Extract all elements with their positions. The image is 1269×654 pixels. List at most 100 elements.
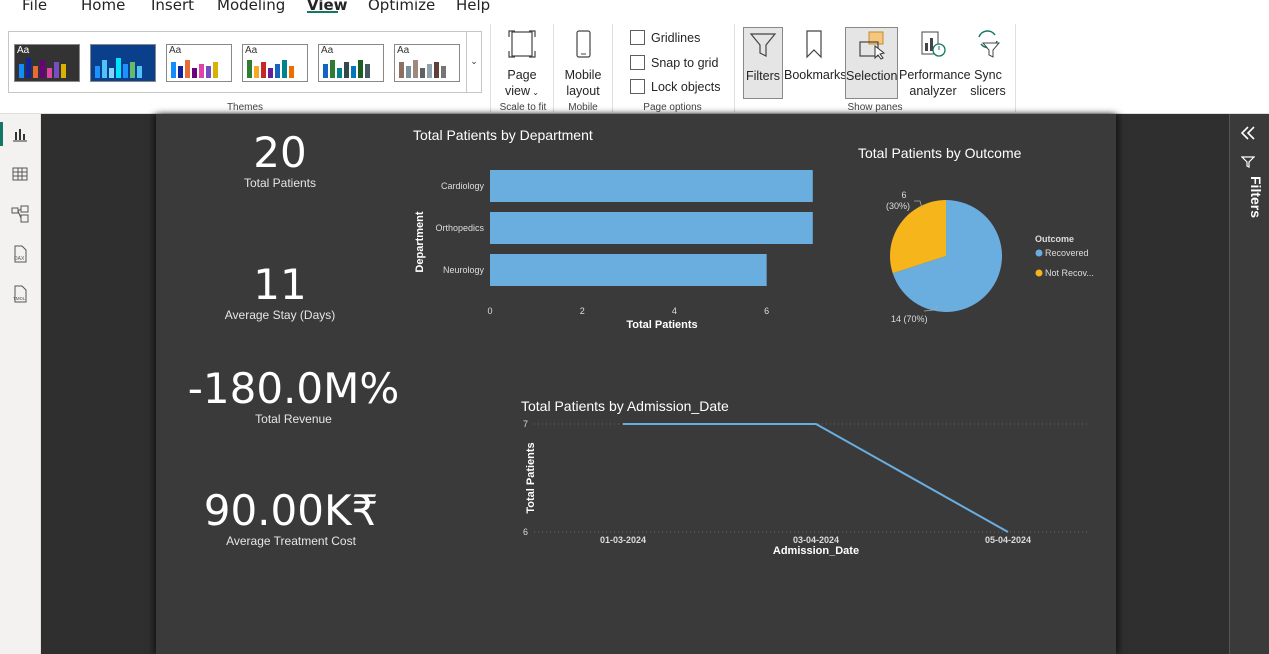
card-label: Total Revenue bbox=[255, 412, 332, 426]
bar-neurology bbox=[490, 254, 767, 286]
menu-help[interactable]: Help bbox=[456, 0, 490, 14]
card-average-stay[interactable]: 11 Average Stay (Days) bbox=[196, 260, 364, 323]
menu-home[interactable]: Home bbox=[81, 0, 125, 14]
report-page: 20 Total Patients 11 Average Stay (Days)… bbox=[156, 114, 1116, 654]
card-value: 20 bbox=[253, 128, 307, 177]
card-value: 11 bbox=[253, 260, 307, 309]
active-tab-indicator bbox=[307, 11, 338, 13]
selection-label: Selection bbox=[846, 69, 898, 83]
line-series bbox=[623, 423, 1009, 533]
mobile-layout-label-1: Mobile bbox=[564, 68, 602, 82]
checkbox-box[interactable] bbox=[630, 79, 645, 94]
theme-thumbnail-5[interactable]: Aa bbox=[318, 44, 384, 82]
menu-insert[interactable]: Insert bbox=[151, 0, 194, 14]
svg-text:DAX: DAX bbox=[14, 256, 25, 262]
menu-modeling[interactable]: Modeling bbox=[217, 0, 285, 14]
bookmarks-label: Bookmarks bbox=[784, 68, 847, 82]
theme-aa-label: Aa bbox=[17, 45, 30, 56]
pie-data-label: 14 (70%) bbox=[891, 314, 928, 324]
ribbon-separator bbox=[612, 24, 613, 112]
snap-to-grid-checkbox[interactable]: Snap to grid bbox=[630, 55, 718, 70]
pie-data-label: (30%) bbox=[886, 201, 910, 211]
y-axis-title: Total Patients bbox=[525, 442, 537, 513]
sync-slicers-button[interactable]: Sync slicers bbox=[968, 29, 1008, 99]
table-view-icon[interactable] bbox=[11, 165, 29, 183]
checkbox-box[interactable] bbox=[630, 55, 645, 70]
theme-thumbnail-2[interactable] bbox=[90, 44, 156, 82]
theme-thumbnail-3[interactable]: Aa bbox=[166, 44, 232, 82]
performance-label-1: Performance bbox=[899, 68, 971, 82]
theme-aa-label: Aa bbox=[397, 45, 410, 56]
filter-funnel-icon bbox=[1241, 156, 1255, 168]
bar-chart-svg: Cardiology Orthopedics Neurology 0 2 4 6 Total … bbox=[414, 170, 813, 331]
tmdl-view-icon[interactable]: TMDL bbox=[11, 285, 29, 303]
bar-chart-visual[interactable]: Total Patients by Department Cardiology O… bbox=[406, 124, 846, 339]
filter-funnel-icon bbox=[749, 33, 777, 57]
ribbon-separator bbox=[490, 24, 491, 112]
scale-group-label: Scale to fit bbox=[499, 102, 547, 113]
page-options-group-label: Page options bbox=[643, 102, 702, 113]
bookmarks-pane-button[interactable]: Bookmarks bbox=[784, 29, 847, 83]
pie-chart-svg: 14 (70%) 6(30%) Outcome Recovered Not Recov.… bbox=[886, 190, 1094, 324]
ribbon-separator bbox=[1015, 24, 1016, 112]
dax-query-view-icon[interactable]: DAX bbox=[11, 245, 29, 263]
page-view-button[interactable]: Page view ⌄ bbox=[500, 29, 544, 101]
sync-icon bbox=[978, 30, 1001, 58]
legend-item: Not Recov... bbox=[1045, 268, 1094, 278]
bar-orthopedics bbox=[490, 212, 813, 244]
x-tick-label: 03-04-2024 bbox=[793, 535, 839, 545]
card-total-revenue[interactable]: -180.0M% Total Revenue bbox=[176, 364, 411, 427]
bar-category-label: Cardiology bbox=[441, 181, 485, 191]
bar-cardiology bbox=[490, 170, 813, 202]
lock-objects-label: Lock objects bbox=[651, 79, 721, 94]
page-view-label-2: view bbox=[505, 84, 531, 98]
performance-label-2: analyzer bbox=[909, 84, 957, 98]
card-value: -180.0M% bbox=[187, 364, 400, 413]
sync-label-2: slicers bbox=[970, 84, 1006, 98]
report-view-icon[interactable] bbox=[11, 125, 29, 143]
expand-double-chevron-icon[interactable] bbox=[1240, 126, 1256, 140]
filters-pane-label: Filters bbox=[1248, 176, 1264, 219]
x-tick-label: 0 bbox=[487, 306, 492, 316]
card-label: Average Treatment Cost bbox=[226, 534, 356, 548]
theme-thumbnail-6[interactable]: Aa bbox=[394, 44, 460, 82]
card-label: Total Patients bbox=[243, 176, 317, 190]
page-view-icon bbox=[508, 30, 536, 58]
selection-pane-button[interactable]: Selection bbox=[845, 27, 898, 99]
chevron-down-icon: ⌄ bbox=[470, 56, 478, 66]
mobile-layout-button[interactable]: Mobile layout bbox=[561, 29, 605, 99]
x-axis-title: Total Patients bbox=[626, 319, 697, 331]
show-panes-group-label: Show panes bbox=[847, 102, 903, 113]
performance-analyzer-button[interactable]: Performance analyzer bbox=[899, 29, 971, 99]
lock-objects-checkbox[interactable]: Lock objects bbox=[630, 79, 720, 94]
checkbox-box[interactable] bbox=[630, 30, 645, 45]
line-chart-visual[interactable]: Total Patients by Admission_Date 7 6 01-03… bbox=[506, 390, 1106, 566]
ribbon: Aa Aa Aa Aa Aa ⌄ Themes Page view ⌄ Scal… bbox=[0, 14, 1269, 114]
y-tick-label: 7 bbox=[523, 419, 528, 429]
pie-chart-visual[interactable]: Total Patients by Outcome 14 (70%) 6 (30%)… bbox=[846, 138, 1116, 338]
card-average-treatment-cost[interactable]: 90.00K₹ Average Treatment Cost bbox=[186, 486, 396, 549]
theme-thumbnail-4[interactable]: Aa bbox=[242, 44, 308, 82]
ribbon-separator bbox=[734, 24, 735, 112]
legend-marker bbox=[1035, 249, 1043, 257]
menu-file[interactable]: File bbox=[22, 0, 47, 14]
view-switcher-rail: DAX TMDL bbox=[0, 114, 41, 654]
filters-label: Filters bbox=[745, 69, 781, 83]
filters-pane-button[interactable]: Filters bbox=[743, 27, 783, 99]
menu-optimize[interactable]: Optimize bbox=[368, 0, 435, 14]
snap-to-grid-label: Snap to grid bbox=[651, 55, 719, 70]
legend-marker bbox=[1035, 269, 1043, 277]
active-view-indicator bbox=[0, 122, 3, 146]
gridlines-checkbox[interactable]: Gridlines bbox=[630, 30, 700, 45]
theme-thumbnail-1[interactable]: Aa bbox=[14, 44, 80, 82]
gridlines-label: Gridlines bbox=[651, 30, 701, 45]
themes-expand-button[interactable]: ⌄ bbox=[466, 32, 481, 92]
model-view-icon[interactable] bbox=[11, 205, 29, 223]
filters-pane-collapsed[interactable]: Filters bbox=[1229, 114, 1269, 654]
card-value: 90.00K₹ bbox=[203, 486, 379, 535]
sync-label-1: Sync bbox=[974, 68, 1002, 82]
bookmark-icon bbox=[806, 30, 822, 59]
mobile-layout-label-2: layout bbox=[566, 84, 600, 98]
card-total-patients[interactable]: 20 Total Patients bbox=[196, 128, 364, 191]
mobile-phone-icon bbox=[576, 30, 591, 58]
